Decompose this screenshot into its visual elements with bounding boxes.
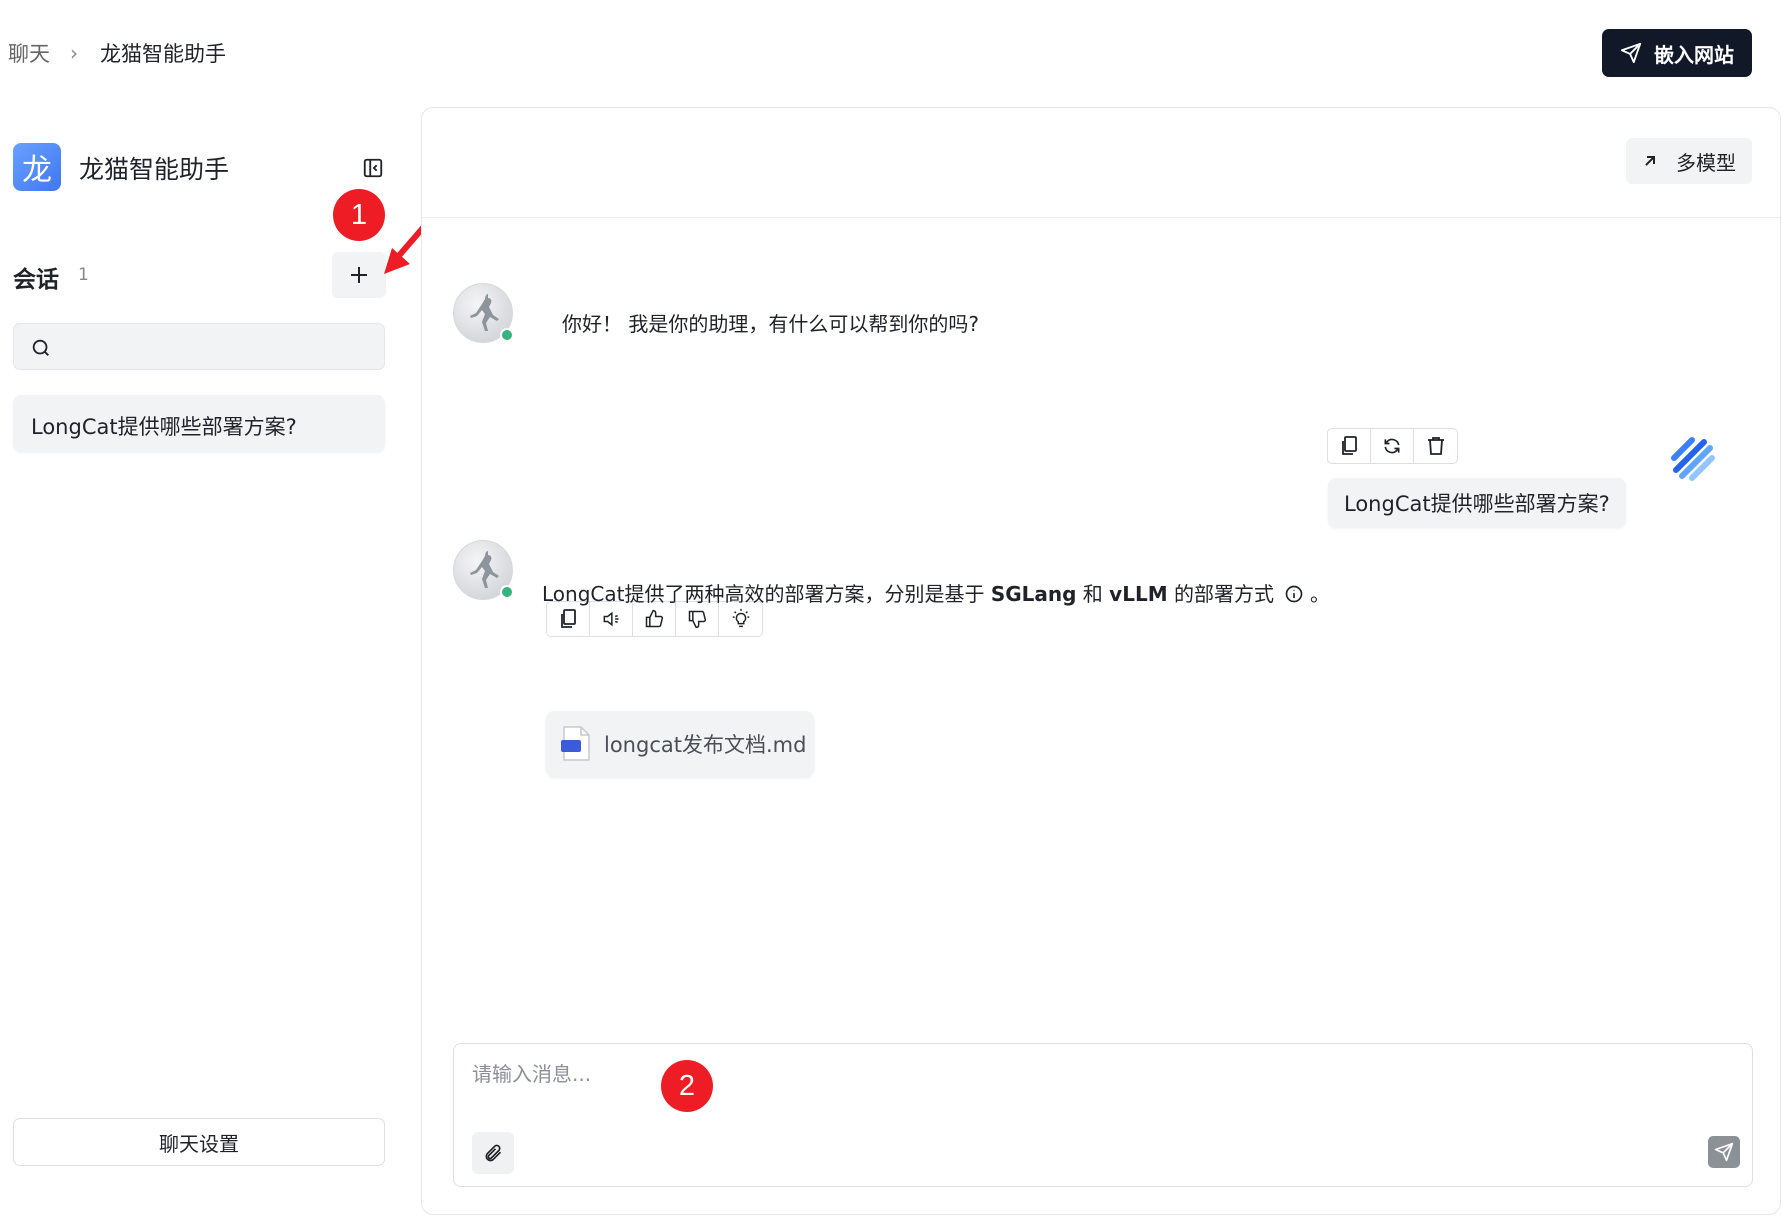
bot-avatar xyxy=(453,283,514,343)
online-status-dot xyxy=(500,328,514,342)
striped-logo-icon xyxy=(1671,437,1715,481)
copy-icon xyxy=(1342,436,1357,455)
message-input[interactable] xyxy=(472,1058,1672,1108)
embed-website-label: 嵌入网站 xyxy=(1654,42,1734,67)
session-search[interactable] xyxy=(13,323,385,370)
breadcrumb-parent[interactable]: 聊天 xyxy=(8,38,50,68)
attachment-name: longcat发布文档.md xyxy=(604,733,807,757)
insight-button[interactable] xyxy=(719,602,762,636)
refresh-icon xyxy=(1384,438,1400,454)
chat-header: 多模型 xyxy=(422,108,1780,218)
new-session-button[interactable] xyxy=(332,252,386,298)
breadcrumb: 聊天 › 龙猫智能助手 xyxy=(8,38,226,68)
session-search-input[interactable] xyxy=(62,324,372,369)
bot-avatar xyxy=(453,540,514,600)
lightbulb-icon xyxy=(732,608,749,628)
send-icon xyxy=(1620,42,1642,64)
session-list-item[interactable]: LongCat提供哪些部署方案? xyxy=(13,395,385,452)
breadcrumb-current: 龙猫智能助手 xyxy=(100,42,226,66)
app-name: 龙猫智能助手 xyxy=(79,155,230,184)
app-logo: 龙 xyxy=(13,143,61,191)
sessions-count: 1 xyxy=(78,265,89,285)
answer-sglang: SGLang xyxy=(990,582,1077,606)
thumbs-up-icon xyxy=(645,609,664,628)
user-message-toolbar xyxy=(1327,428,1458,464)
speaker-icon xyxy=(603,611,619,627)
trash-icon xyxy=(1427,437,1444,455)
regenerate-button[interactable] xyxy=(1371,429,1414,463)
answer-end: 。 xyxy=(1309,582,1330,606)
copy-icon xyxy=(561,609,576,628)
breadcrumb-separator: › xyxy=(70,41,78,65)
chat-panel: 多模型 你好！ 我是你的助理，有什么可以帮到你的吗? LongCat提供哪些部署… xyxy=(421,107,1781,1215)
paperclip-icon xyxy=(485,1144,502,1162)
message-composer xyxy=(453,1043,1753,1187)
answer-mid: 和 xyxy=(1076,582,1110,606)
attach-file-button[interactable] xyxy=(472,1132,514,1174)
answer-vllm: vLLM xyxy=(1109,582,1168,606)
user-avatar xyxy=(1662,428,1722,488)
send-icon xyxy=(1714,1142,1734,1162)
search-icon xyxy=(32,339,49,356)
app-logo-char: 龙 xyxy=(22,153,52,188)
delete-button[interactable] xyxy=(1414,429,1457,463)
arrow-up-right-icon xyxy=(1645,156,1655,166)
multi-model-label: 多模型 xyxy=(1676,150,1736,175)
annotation-badge-1: 1 xyxy=(333,189,385,241)
attachment-card[interactable]: longcat发布文档.md xyxy=(546,711,814,777)
answer-prefix: LongCat提供了两种高效的部署方案，分别是基于 xyxy=(542,582,991,606)
annotation-badge-2: 2 xyxy=(661,1060,713,1112)
read-aloud-button[interactable] xyxy=(590,602,633,636)
embed-website-button[interactable]: 嵌入网站 xyxy=(1602,29,1752,77)
top-bar: 聊天 › 龙猫智能助手 嵌入网站 xyxy=(0,0,1783,100)
bot-greeting: 你好！ 我是你的助理，有什么可以帮到你的吗? xyxy=(562,312,979,336)
info-icon[interactable] xyxy=(1284,584,1304,604)
dislike-button[interactable] xyxy=(676,602,719,636)
bot-answer: LongCat提供了两种高效的部署方案，分别是基于 SGLang 和 vLLM … xyxy=(542,578,1330,607)
multi-model-button[interactable]: 多模型 xyxy=(1626,138,1752,184)
like-button[interactable] xyxy=(633,602,676,636)
send-message-button[interactable] xyxy=(1708,1136,1740,1168)
sessions-title: 会话 xyxy=(13,267,59,293)
plus-icon xyxy=(351,267,367,283)
markdown-file-icon xyxy=(561,726,590,761)
thumbs-down-icon xyxy=(688,610,707,629)
copy-button[interactable] xyxy=(547,602,590,636)
answer-suffix: 的部署方式 xyxy=(1167,582,1274,606)
chat-settings-button[interactable]: 聊天设置 xyxy=(13,1118,385,1166)
user-message-bubble: LongCat提供哪些部署方案? xyxy=(1328,478,1626,528)
copy-button[interactable] xyxy=(1328,429,1371,463)
online-status-dot xyxy=(500,585,514,599)
